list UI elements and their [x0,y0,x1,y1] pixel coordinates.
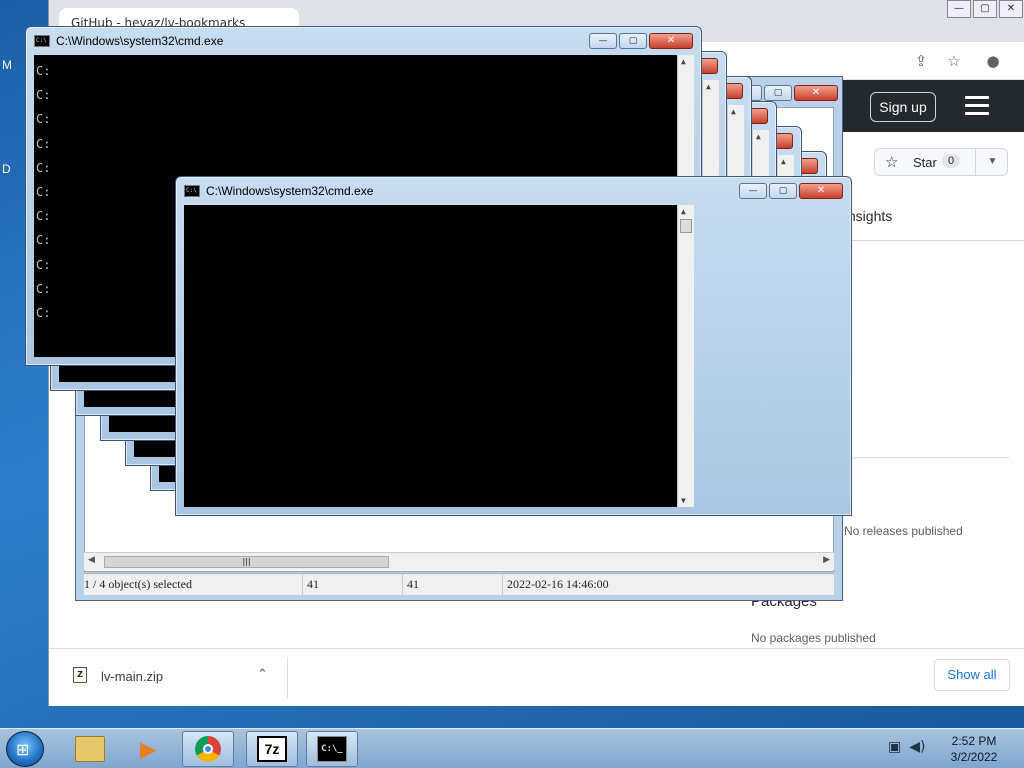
system-tray: ▣ ◀) [888,739,925,755]
cmd-output-line: C: [36,233,51,248]
taskbar-chrome[interactable] [182,731,234,767]
taskbar: ⊞ ▶ 7z C:\_ ▣ ◀) 2:52 PM 3/2/2022 [0,728,1024,768]
taskbar-7zip[interactable]: 7z [246,731,298,767]
status-selected: 1 / 4 object(s) selected [84,577,192,591]
maximize-button[interactable]: ▢ [619,33,647,49]
cmd-window-controls: —▢✕ [739,183,843,199]
scroll-right-icon[interactable]: ▶ [823,555,830,565]
cmd-title-bar[interactable]: C:\ C:\Windows\system32\cmd.exe [34,31,223,51]
scroll-up-icon[interactable]: ▲ [781,157,786,166]
vertical-scrollbar[interactable]: ▲▼ [677,205,694,507]
clock[interactable]: 2:52 PM 3/2/2022 [938,733,1010,765]
star-count: 0 [942,154,961,168]
scrollbar-thumb[interactable] [680,219,692,233]
browser-window-controls: — ▢ ✕ [947,0,1024,18]
scroll-up-icon[interactable]: ▲ [681,207,686,216]
cmd-window-title: C:\Windows\system32\cmd.exe [206,184,374,198]
clock-date: 3/2/2022 [950,750,998,764]
releases-empty-text: No releases published [844,524,963,538]
status-bar: 1 / 4 object(s) selected 41 41 2022-02-1… [84,573,834,596]
maximize-button[interactable]: ▢ [973,0,997,18]
packages-empty-text: No packages published [751,631,876,645]
clock-time: 2:52 PM [951,734,997,748]
menu-icon[interactable] [965,96,989,116]
download-bar: Z lv-main.zip ⌃ Show all [49,648,1024,706]
chrome-icon [195,736,221,762]
close-button[interactable]: ✕ [999,0,1023,18]
cmd-title-bar[interactable]: C:\ C:\Windows\system32\cmd.exe [184,181,373,201]
start-button[interactable]: ⊞ [6,731,44,767]
profile-icon[interactable]: ● [984,52,1002,70]
cmd-output-line: C: [36,257,51,272]
minimize-button[interactable]: — [947,0,971,18]
status-modified: 2022-02-16 14:46:00 [507,577,609,591]
status-size: 41 [307,577,319,591]
cmd-output-line: C: [36,136,51,151]
minimize-button[interactable]: — [739,183,767,199]
taskbar-media-player[interactable]: ▶ [122,731,174,767]
volume-icon[interactable]: ◀) [909,739,925,755]
cmd-output-line: C: [36,306,51,321]
cmd-output-line: C: [36,209,51,224]
bookmark-star-icon[interactable]: ☆ [945,52,963,70]
cmd-output-line: C: [36,160,51,175]
cmd-window[interactable]: C:\ C:\Windows\system32\cmd.exe — ▢ ✕ ▲ ▼ [175,176,852,516]
desktop-fragment-d: D [2,162,11,176]
cmd-output-line: C: [36,64,51,78]
cmd-icon: C:\_ [317,736,347,762]
taskbar-cmd[interactable]: C:\_ [306,731,358,767]
star-label: Star [913,155,937,170]
zip-file-icon: Z [73,667,87,683]
cmd-window-controls: —▢✕ [589,33,693,49]
maximize-button[interactable]: ▢ [769,183,797,199]
network-icon[interactable]: ▣ [888,739,901,755]
folder-icon [75,736,105,762]
star-icon: ☆ [885,154,899,171]
scroll-up-icon[interactable]: ▲ [731,107,736,116]
chevron-down-icon[interactable]: ▼ [975,149,1009,175]
show-all-button[interactable]: Show all [934,659,1010,691]
cmd-app-icon: C:\ [184,185,200,197]
scroll-left-icon[interactable]: ◀ [88,555,95,565]
scrollbar-thumb[interactable]: ||| [104,556,389,568]
sign-up-button[interactable]: Sign up [870,92,936,122]
scroll-down-icon[interactable]: ▼ [681,496,686,505]
scroll-up-icon[interactable]: ▲ [681,57,686,66]
cmd-app-icon: C:\ [34,35,50,47]
desktop-fragment-m: M [2,58,12,72]
horizontal-scrollbar[interactable]: ◀ ||| ▶ [84,552,834,570]
close-button[interactable]: ✕ [799,183,843,199]
cmd-output-line: C: [36,185,51,200]
close-button[interactable]: ✕ [794,85,838,101]
cmd-output-line: C: [36,88,51,103]
7zip-icon: 7z [257,736,287,762]
share-icon[interactable]: ⇪ [912,52,930,70]
cmd-output-line: C: [36,112,51,127]
cmd-output-line: C: [36,281,51,296]
taskbar-explorer[interactable] [64,731,116,767]
cmd-window-title: C:\Windows\system32\cmd.exe [56,34,224,48]
maximize-button[interactable]: ▢ [764,85,792,101]
minimize-button[interactable]: — [589,33,617,49]
windows-logo-icon: ⊞ [16,740,30,759]
divider [287,657,288,699]
media-player-icon: ▶ [140,738,156,761]
status-packed-size: 41 [407,577,419,591]
download-file-name[interactable]: lv-main.zip [101,669,163,684]
star-button[interactable]: ☆ Star 0 ▼ [874,148,1008,176]
chevron-up-icon[interactable]: ⌃ [257,667,268,682]
scroll-up-icon[interactable]: ▲ [706,82,711,91]
close-button[interactable]: ✕ [649,33,693,49]
scroll-up-icon[interactable]: ▲ [756,132,761,141]
cmd-console-area[interactable]: ▲ ▼ [184,205,694,507]
